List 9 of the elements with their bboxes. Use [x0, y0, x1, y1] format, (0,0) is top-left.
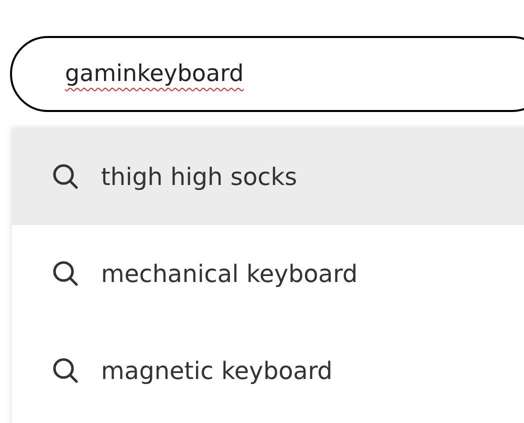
search-icon [52, 357, 79, 384]
search-icon [52, 260, 79, 287]
suggestion-text: magnetic keyboard [101, 356, 333, 386]
search-field[interactable]: gaminkeyboard [10, 36, 524, 112]
search-icon [52, 163, 79, 190]
suggestion-text: mechanical keyboard [101, 258, 358, 290]
suggestion-item[interactable]: thigh high socks [12, 128, 524, 225]
search-text: gaminkeyboard [65, 60, 244, 89]
suggestion-text: thigh high socks [101, 162, 298, 192]
